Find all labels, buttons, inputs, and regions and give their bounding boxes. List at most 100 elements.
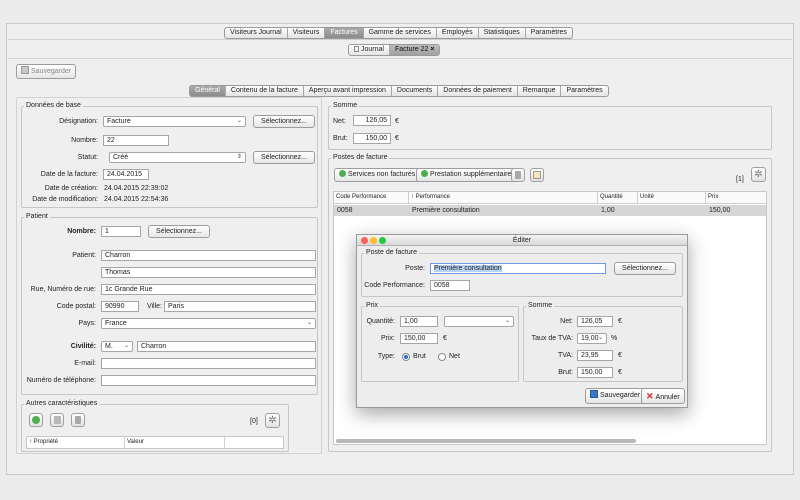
tab-remark[interactable]: Remarque	[518, 86, 562, 96]
quantity-field[interactable]: 1,00	[400, 316, 438, 327]
number-label: Nombre:	[71, 137, 98, 144]
positions-settings-button[interactable]: ✲	[751, 167, 766, 182]
status-select[interactable]: Créé ⇕	[109, 152, 246, 163]
gear-icon: ✲	[268, 415, 277, 426]
firstname-field[interactable]: Thomas	[101, 267, 316, 278]
code-field[interactable]: 0058	[430, 280, 470, 291]
vat-label: TVA:	[557, 352, 573, 359]
positions-table-header: Code Performance ↑ Performance Quantité …	[334, 192, 766, 204]
designation-select[interactable]: Facture ⌄	[103, 116, 246, 127]
vat-rate-select[interactable]: 19,00 ⌄	[577, 333, 607, 344]
poste-select-button[interactable]: Sélectionnez...	[614, 262, 676, 275]
postal-label: Code postal:	[56, 303, 96, 310]
dialog-position-title: Poste de facture	[364, 249, 419, 257]
unit-select[interactable]: ⌄	[444, 316, 514, 327]
table-row[interactable]: 0058 Première consultation 1,00 150,00	[334, 205, 766, 216]
column-property[interactable]: ↑ Propriété	[27, 437, 125, 448]
dialog-gross-field[interactable]: 150,00	[577, 367, 613, 378]
price-field[interactable]: 150,00	[400, 333, 438, 344]
dialog-net-field[interactable]: 126,05	[577, 316, 613, 327]
civility-name-field[interactable]: Charron	[137, 341, 316, 352]
column-price[interactable]: Prix	[706, 192, 766, 203]
dialog-title: Éditer	[512, 237, 532, 244]
status-select-button[interactable]: Sélectionnez...	[253, 151, 315, 164]
dialog-save-button[interactable]: Sauvegarder	[585, 388, 646, 404]
designation-label: Désignation:	[59, 118, 98, 125]
tab-documents[interactable]: Documents	[392, 86, 439, 96]
invoice-date-field[interactable]: 24.04.2015	[103, 169, 149, 180]
tab-visitors[interactable]: Visiteurs	[288, 28, 326, 38]
trash-icon	[75, 416, 81, 424]
tab-services[interactable]: Gamme de services	[364, 28, 437, 38]
other-title: Autres caractéristiques	[24, 400, 100, 408]
edit-position-button[interactable]	[530, 168, 544, 182]
type-gross-radio[interactable]	[402, 353, 410, 361]
dialog-sum-title: Somme	[526, 302, 555, 310]
dialog-gross-currency: €	[618, 369, 622, 376]
tab-parameters[interactable]: Paramètres	[561, 86, 607, 96]
sum-net-currency: €	[395, 118, 399, 125]
phone-label: Numéro de téléphone:	[26, 377, 96, 384]
radio-dot	[404, 355, 408, 359]
modified-value: 24.04.2015 22:54:36	[104, 196, 169, 203]
column-value[interactable]: Valeur	[125, 437, 225, 448]
unbilled-services-button[interactable]: Services non facturés	[334, 168, 421, 182]
chevron-down-icon: ⌄	[123, 343, 129, 349]
email-field[interactable]	[101, 358, 316, 369]
column-performance[interactable]: ↑ Performance	[409, 192, 598, 203]
designation-select-button[interactable]: Sélectionnez...	[253, 115, 315, 128]
tab-visitors-journal[interactable]: Visiteurs Journal	[225, 28, 288, 38]
number-field[interactable]: 22	[103, 135, 169, 146]
note-icon	[533, 171, 541, 179]
subtab-invoice-22[interactable]: Facture 22 ×	[389, 45, 440, 55]
lastname-field[interactable]: Charron	[101, 250, 316, 261]
delete-position-button[interactable]	[511, 168, 525, 182]
patient-select-button[interactable]: Sélectionnez...	[148, 225, 210, 238]
patient-number-field[interactable]: 1	[101, 226, 141, 237]
poste-field[interactable]: Première consultation	[430, 263, 606, 274]
property-settings-button[interactable]: ✲	[265, 413, 280, 428]
country-select[interactable]: France ⌄	[101, 318, 316, 329]
civility-select[interactable]: M. ⌄	[101, 341, 133, 352]
subtab-journal[interactable]: Journal	[349, 45, 390, 55]
country-label: Pays:	[78, 320, 96, 327]
add-property-button[interactable]	[29, 413, 43, 427]
type-net-radio[interactable]	[438, 353, 446, 361]
poste-label: Poste:	[405, 265, 425, 272]
horizontal-scrollbar[interactable]	[336, 439, 636, 443]
chevron-updown-icon: ⇕	[236, 154, 242, 160]
tab-statistics[interactable]: Statistiques	[479, 28, 526, 38]
sum-net-field: 126,05	[353, 115, 391, 126]
tab-employees[interactable]: Employés	[437, 28, 479, 38]
column-quantity[interactable]: Quantité	[598, 192, 638, 203]
tab-general[interactable]: Général	[190, 86, 226, 96]
price-label: Prix:	[381, 335, 395, 342]
dialog-cancel-button[interactable]: ✕ Annuler	[641, 388, 685, 404]
dialog-titlebar: Éditer	[357, 235, 687, 246]
tab-invoices[interactable]: Factures	[325, 28, 364, 38]
tab-settings[interactable]: Paramètres	[526, 28, 572, 38]
close-icon[interactable]: ×	[430, 46, 434, 53]
tab-payment-data[interactable]: Données de paiement	[438, 86, 518, 96]
edit-dialog: Éditer Poste de facture Poste: Première …	[356, 234, 688, 408]
positions-count: [1]	[736, 176, 744, 183]
vat-field[interactable]: 23,95	[577, 350, 613, 361]
column-unit[interactable]: Unité	[638, 192, 706, 203]
delete-property-button[interactable]	[71, 413, 85, 427]
column-code[interactable]: Code Performance	[334, 192, 409, 203]
city-field[interactable]: Paris	[164, 301, 316, 312]
journal-icon	[354, 46, 359, 52]
modified-label: Date de modification:	[32, 196, 98, 203]
email-label: E-mail:	[74, 360, 96, 367]
save-button[interactable]: Sauvegarder	[16, 64, 77, 79]
street-field[interactable]: 1c Grande Rue	[101, 284, 316, 295]
phone-field[interactable]	[101, 375, 316, 386]
tab-invoice-content[interactable]: Contenu de la facture	[226, 86, 304, 96]
copy-property-button[interactable]	[50, 413, 64, 427]
additional-service-button[interactable]: Prestation supplémentaire	[416, 168, 517, 182]
sum-gross-currency: €	[395, 135, 399, 142]
tab-print-preview[interactable]: Aperçu avant impression	[304, 86, 392, 96]
postal-field[interactable]: 90990	[101, 301, 139, 312]
add-icon	[339, 170, 346, 177]
cell-quantity: 1,00	[601, 207, 615, 214]
